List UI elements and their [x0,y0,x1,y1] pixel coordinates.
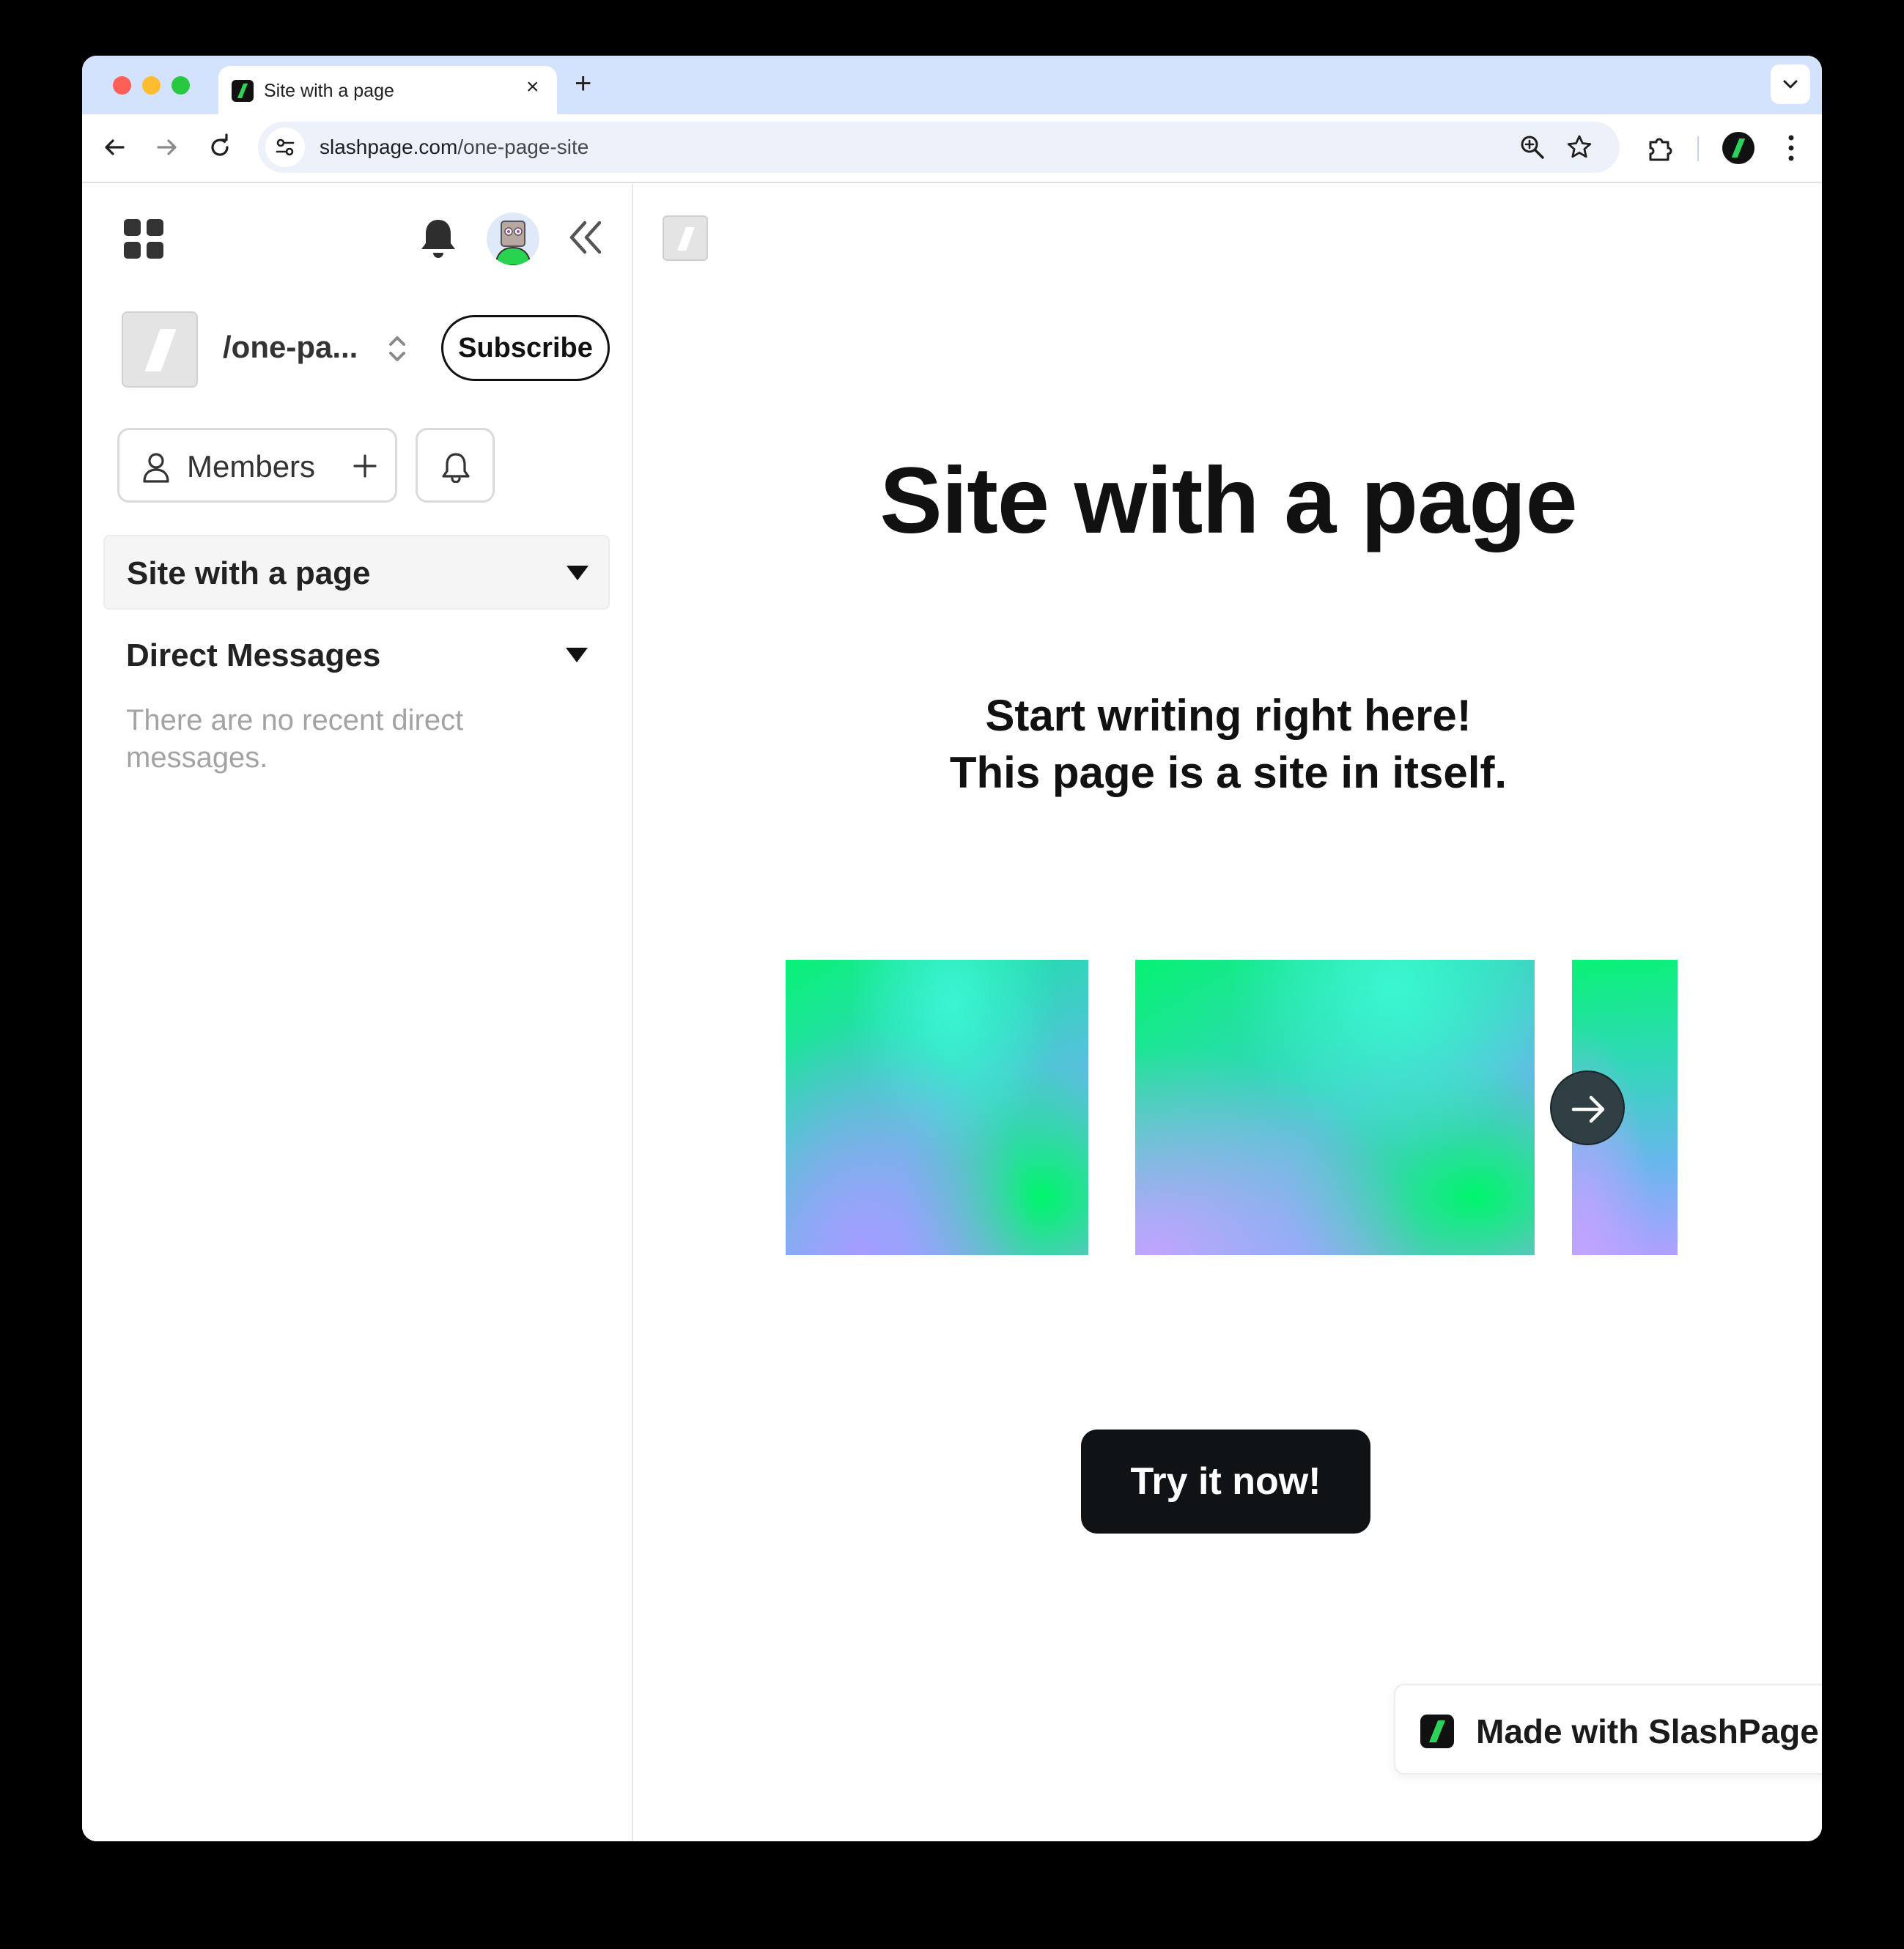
sidebar: /one-pa... Subscribe Members Site with a… [82,183,633,1841]
tab-close-icon[interactable]: × [526,76,539,98]
main-content: Site with a page Start writing right her… [635,183,1822,1841]
caret-down-icon[interactable] [566,648,588,662]
tab-search-button[interactable] [1771,64,1810,104]
subscribe-button[interactable]: Subscribe [441,315,610,381]
toolbar-divider [1697,136,1699,161]
bell-outline-icon [442,453,470,483]
carousel-next-button[interactable] [1550,1070,1625,1145]
user-icon [143,453,169,483]
site-info-button[interactable] [265,127,305,167]
slashpage-logo-icon [1420,1715,1454,1748]
subtitle-line-1: Start writing right here! [985,691,1472,740]
gallery-image[interactable] [1135,960,1535,1255]
user-avatar[interactable] [487,212,539,265]
plus-icon [353,454,377,478]
tune-icon [276,138,295,156]
profile-avatar[interactable] [1722,132,1754,164]
arrow-right-icon [1571,1095,1605,1123]
maximize-window-button[interactable] [171,76,190,95]
site-logo[interactable] [122,311,198,388]
bell-icon[interactable] [418,217,459,261]
extensions-puzzle-icon[interactable] [1645,132,1677,164]
url-text[interactable]: slashpage.com/one-page-site [320,136,588,159]
browser-toolbar: slashpage.com/one-page-site [82,114,1822,183]
back-arrow-icon[interactable] [98,131,130,163]
made-with-slashpage-badge[interactable]: Made with SlashPage [1394,1684,1822,1775]
tab-title: Site with a page [264,81,394,101]
members-label: Members [187,449,316,484]
url-domain: slashpage.com [320,136,458,158]
browser-tab[interactable]: Site with a page × [218,66,557,114]
direct-messages-empty-text: There are no recent direct messages. [126,704,464,774]
page-logo[interactable] [663,215,708,261]
apps-grid-icon[interactable] [123,218,164,259]
chevron-up-down-icon[interactable] [384,333,410,365]
chevron-down-icon [1783,80,1798,89]
notification-settings-button[interactable] [416,428,495,503]
address-bar[interactable]: slashpage.com/one-page-site [258,122,1620,173]
tab-strip: Site with a page × + [82,56,1822,114]
zoom-icon[interactable] [1519,133,1546,161]
gallery-image[interactable] [786,960,1088,1255]
reload-icon[interactable] [204,131,236,163]
kebab-menu-icon[interactable] [1784,132,1798,164]
caret-down-icon[interactable] [567,566,588,580]
bookmark-star-icon[interactable] [1565,133,1593,161]
minimize-window-button[interactable] [142,76,160,95]
direct-messages-heading[interactable]: Direct Messages [126,637,380,674]
forward-arrow-icon[interactable] [151,131,183,163]
subtitle-line-2: This page is a site in itself. [949,748,1508,797]
slashpage-favicon-icon [232,80,254,102]
members-button[interactable]: Members [117,428,397,503]
page-title: Site with a page [879,448,1577,553]
sidebar-item-label: Site with a page [127,555,371,591]
browser-window: Site with a page × + slashpage.com/one-p… [82,56,1822,1841]
sidebar-item-site-with-a-page[interactable]: Site with a page [103,535,610,610]
site-name[interactable]: /one-pa... [223,330,358,365]
avatar-illustration-icon [494,221,532,265]
new-tab-button[interactable]: + [575,69,591,98]
try-it-now-button[interactable]: Try it now! [1081,1430,1370,1534]
close-window-button[interactable] [113,76,131,95]
made-with-text: Made with SlashPage [1476,1712,1819,1750]
page-subtitle: Start writing right here! This page is a… [635,687,1822,802]
url-path: /one-page-site [457,136,589,158]
double-chevron-left-icon[interactable] [566,218,604,256]
